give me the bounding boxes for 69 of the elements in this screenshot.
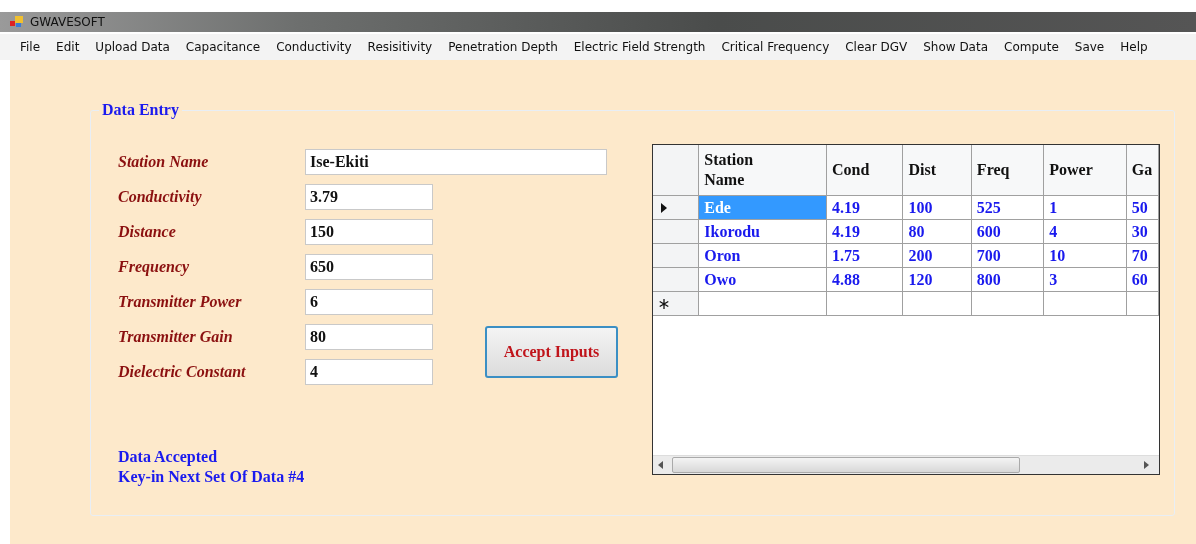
column-header[interactable]: Ga bbox=[1126, 145, 1159, 196]
window-title: GWAVESOFT bbox=[30, 15, 105, 29]
table-cell[interactable]: 3 bbox=[1043, 267, 1127, 292]
table-cell[interactable]: 800 bbox=[971, 267, 1044, 292]
table-cell[interactable]: 4.88 bbox=[826, 267, 903, 292]
table-cell[interactable]: Oron bbox=[698, 243, 827, 268]
menu-item[interactable]: Penetration Depth bbox=[440, 38, 566, 56]
menu-item[interactable]: Critical Frequency bbox=[713, 38, 838, 56]
menu-item[interactable]: Help bbox=[1112, 38, 1156, 56]
scroll-thumb[interactable] bbox=[672, 457, 1020, 473]
current-row-icon bbox=[661, 202, 667, 213]
table-cell[interactable]: 4 bbox=[1043, 219, 1127, 244]
app-icon bbox=[10, 16, 24, 28]
menu-item[interactable]: Compute bbox=[996, 38, 1067, 56]
new-row-icon bbox=[659, 298, 669, 309]
field-label: Transmitter Gain bbox=[118, 327, 234, 346]
field-label: Distance bbox=[118, 222, 177, 241]
text-field[interactable]: 4 bbox=[305, 358, 433, 385]
table-cell[interactable]: 30 bbox=[1126, 219, 1159, 244]
group-title: Data Entry bbox=[99, 101, 182, 119]
field-label: Conductivity bbox=[118, 187, 203, 206]
table-cell[interactable]: 525 bbox=[971, 195, 1044, 220]
text-field[interactable]: 6 bbox=[305, 288, 433, 315]
scroll-right-icon[interactable] bbox=[1144, 461, 1150, 469]
column-header[interactable]: Power bbox=[1043, 145, 1127, 196]
status-message: Key-in Next Set Of Data #4 bbox=[118, 467, 306, 487]
table-cell[interactable]: Owo bbox=[698, 267, 827, 292]
menu-item[interactable]: File bbox=[12, 38, 49, 56]
table-cell[interactable]: 120 bbox=[902, 267, 972, 292]
text-field[interactable]: 80 bbox=[305, 323, 433, 350]
menu-item[interactable]: Conductivity bbox=[268, 38, 360, 56]
table-cell[interactable]: 4.19 bbox=[826, 195, 903, 220]
menu-item[interactable]: Save bbox=[1066, 38, 1113, 56]
table-cell[interactable]: Ikorodu bbox=[698, 219, 827, 244]
menu-item[interactable]: Capacitance bbox=[177, 38, 269, 56]
scroll-left-icon[interactable] bbox=[658, 461, 664, 469]
menu-item[interactable]: Resisitivity bbox=[359, 38, 441, 56]
table-cell[interactable]: 10 bbox=[1043, 243, 1127, 268]
column-header[interactable]: Dist bbox=[902, 145, 972, 196]
table-cell[interactable]: 70 bbox=[1126, 243, 1159, 268]
status-message: Data Accepted bbox=[118, 447, 219, 467]
table-cell[interactable]: 1.75 bbox=[826, 243, 903, 268]
table-cell[interactable]: 200 bbox=[902, 243, 972, 268]
text-field[interactable]: 650 bbox=[305, 253, 433, 280]
table-cell[interactable]: 100 bbox=[902, 195, 972, 220]
table-cell[interactable]: 600 bbox=[971, 219, 1044, 244]
table-cell[interactable]: 1 bbox=[1043, 195, 1127, 220]
table-cell[interactable]: 50 bbox=[1126, 195, 1159, 220]
text-field[interactable]: Ise-Ekiti bbox=[305, 148, 607, 175]
table-cell[interactable]: 700 bbox=[971, 243, 1044, 268]
accept-button[interactable]: Accept Inputs bbox=[485, 326, 618, 378]
table-cell[interactable]: 80 bbox=[902, 219, 972, 244]
menu-item[interactable]: Upload Data bbox=[87, 38, 178, 56]
table-cell[interactable]: 4.19 bbox=[826, 219, 903, 244]
menu-item[interactable]: Edit bbox=[48, 38, 88, 56]
field-label: Transmitter Power bbox=[118, 292, 243, 311]
column-header[interactable]: Freq bbox=[971, 145, 1044, 196]
text-field[interactable]: 3.79 bbox=[305, 183, 433, 210]
menu-item[interactable]: Show Data bbox=[915, 38, 997, 56]
column-header[interactable]: Station Name bbox=[698, 145, 827, 196]
field-label: Station Name bbox=[118, 152, 210, 171]
menu-item[interactable]: Electric Field Strength bbox=[565, 38, 714, 56]
text-field[interactable]: 150 bbox=[305, 218, 433, 245]
column-header[interactable]: Cond bbox=[826, 145, 903, 196]
table-cell[interactable]: 60 bbox=[1126, 267, 1159, 292]
horizontal-scrollbar[interactable] bbox=[653, 455, 1159, 474]
menu-item[interactable]: Clear DGV bbox=[837, 38, 916, 56]
field-label: Dielectric Constant bbox=[118, 362, 247, 381]
field-label: Frequency bbox=[118, 257, 191, 276]
